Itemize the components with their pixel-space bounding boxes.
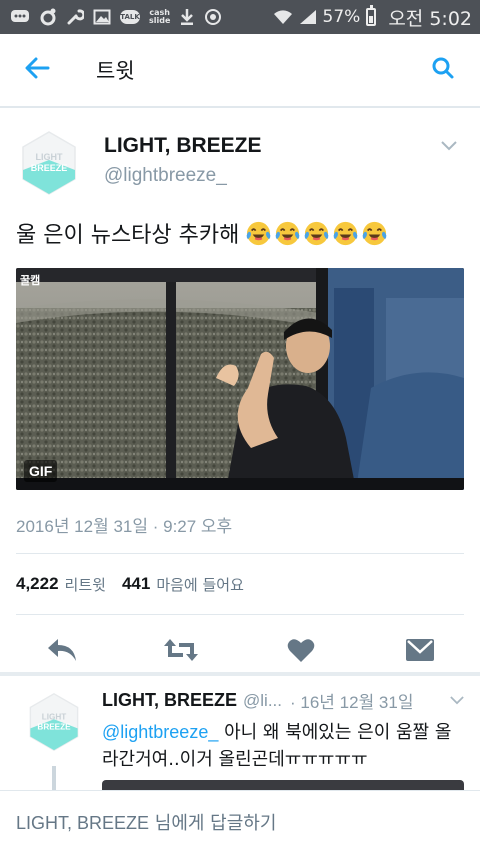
reply-media[interactable] <box>102 780 464 790</box>
app-bar: 트윗 <box>0 34 480 108</box>
status-bar: TALK cash slide 57% 오전 5:02 <box>0 0 480 34</box>
reply-tweet[interactable]: LIGHT BREEZE LIGHT, BREEZE @li... · 16년 … <box>0 676 480 790</box>
direct-message-button[interactable] <box>402 634 438 670</box>
reply-composer[interactable]: LIGHT, BREEZE 님에게 답글하기 <box>0 790 480 853</box>
wrench-icon <box>66 7 84 27</box>
sync-icon <box>204 7 222 27</box>
direct-message-icon <box>405 637 435 667</box>
battery-percent: 57% <box>322 7 361 27</box>
page-title: 트윗 <box>96 59 135 83</box>
reply-text: @lightbreeze_ 아니 왜 북에있는 은이 움짤 올라간거여..이거 … <box>102 719 464 773</box>
retweet-label[interactable]: 리트윗 <box>65 574 106 595</box>
tweet-menu-button[interactable] <box>434 130 464 160</box>
like-button[interactable] <box>283 634 319 670</box>
like-label[interactable]: 마음에 들어요 <box>156 574 244 595</box>
tweet-text: 울 은이 뉴스타상 추카해 <box>16 216 464 250</box>
crying-laughing-emoji <box>334 221 358 245</box>
back-arrow-icon <box>24 57 50 83</box>
tweet-timestamp: 2016년 12월 31일 · 9:27 오후 <box>16 517 233 536</box>
crying-laughing-emoji <box>363 221 387 245</box>
signal-icon <box>299 7 317 27</box>
media-watermark: 꿀캠 <box>20 274 41 287</box>
crying-laughing-emoji <box>305 221 329 245</box>
cashslide-icon: cash slide <box>149 8 171 25</box>
wifi-icon <box>273 7 293 27</box>
battery-icon <box>366 5 377 26</box>
location-icon <box>39 7 57 27</box>
tweet-gif[interactable]: 꿀캠 GIF <box>16 268 464 490</box>
reply-composer-placeholder: LIGHT, BREEZE 님에게 답글하기 <box>16 813 277 834</box>
search-button[interactable] <box>406 33 480 107</box>
svg-text:LIGHT: LIGHT <box>36 152 63 162</box>
image-icon <box>93 7 111 27</box>
mention-link[interactable]: @lightbreeze_ <box>102 722 218 742</box>
download-icon <box>179 7 195 27</box>
crying-laughing-emoji <box>247 221 271 245</box>
emoji-row <box>245 220 388 247</box>
chevron-down-icon <box>441 136 457 155</box>
tweet-text-body: 울 은이 뉴스타상 추카해 <box>16 223 240 248</box>
retweet-count[interactable]: 4,222 <box>16 574 59 594</box>
gif-badge: GIF <box>24 460 58 482</box>
reply-handle[interactable]: @li... <box>243 691 282 711</box>
display-name[interactable]: LIGHT, BREEZE <box>104 134 434 158</box>
thread-line <box>52 766 56 790</box>
avatar[interactable]: LIGHT BREEZE <box>16 130 82 196</box>
svg-text:BREEZE: BREEZE <box>31 163 68 173</box>
reply-time: · 16년 12월 31일 <box>290 693 414 712</box>
like-count[interactable]: 441 <box>122 574 150 594</box>
reply-avatar[interactable]: LIGHT BREEZE <box>24 692 84 752</box>
user-handle[interactable]: @lightbreeze_ <box>104 165 434 187</box>
chat-bubble-icon <box>10 7 30 27</box>
heart-icon <box>287 637 315 667</box>
retweet-button[interactable] <box>163 634 199 670</box>
back-button[interactable] <box>0 33 74 107</box>
chevron-down-icon <box>450 692 464 709</box>
clock: 오전 5:02 <box>388 7 472 30</box>
retweet-icon <box>163 637 199 667</box>
svg-text:BREEZE: BREEZE <box>37 722 71 731</box>
reply-icon <box>46 637 78 667</box>
talk-icon: TALK <box>120 10 140 24</box>
reply-display-name[interactable]: LIGHT, BREEZE <box>102 690 237 711</box>
reply-button[interactable] <box>44 634 80 670</box>
tweet-detail: LIGHT BREEZE LIGHT, BREEZE @lightbreeze_… <box>0 110 480 689</box>
reply-menu-button[interactable] <box>450 692 464 710</box>
crying-laughing-emoji <box>276 221 300 245</box>
search-icon <box>431 56 455 84</box>
tweet-stats: 4,222 리트윗 441 마음에 들어요 <box>16 554 464 614</box>
gif-frame <box>16 268 464 490</box>
svg-text:LIGHT: LIGHT <box>42 712 67 721</box>
